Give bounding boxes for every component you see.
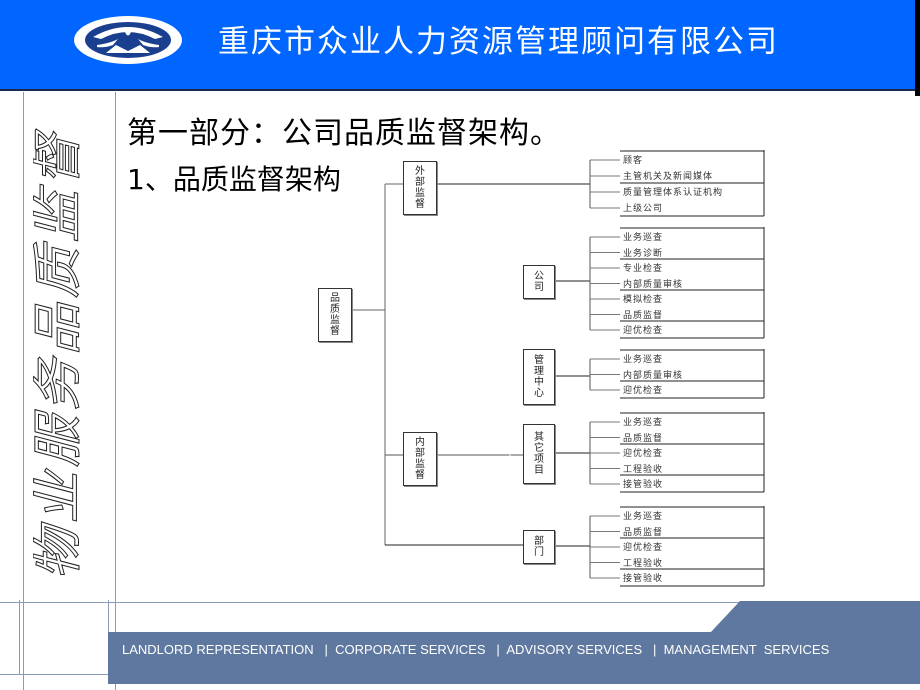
node-group-company: 公司 (523, 265, 555, 299)
leaf-item: 品质监督 (623, 527, 664, 538)
node-char: 中 (534, 377, 544, 388)
leaf-item: 工程验收 (623, 464, 664, 475)
node-char: 部 (534, 536, 544, 547)
node-char: 质 (330, 304, 340, 315)
leaf-item: 品质监督 (623, 310, 664, 321)
node-char: 心 (534, 388, 544, 399)
footer-services-text: LANDLORD REPRESENTATION | CORPORATE SERV… (122, 642, 830, 657)
node-external-supervision: 外部监督 (403, 161, 437, 215)
node-char: 其 (534, 432, 544, 443)
leaf-item: 接管验收 (623, 480, 664, 490)
org-chart-connectors (350, 150, 765, 587)
node-char: 内 (415, 437, 425, 448)
node-char: 品 (330, 293, 340, 304)
node-char: 项 (534, 454, 544, 465)
node-char: 部 (415, 177, 425, 188)
node-char: 督 (415, 470, 425, 481)
leaf-item: 接管验收 (623, 574, 664, 584)
leaf-item: 内部质量审核 (623, 370, 684, 381)
leaf-item: 迎优检查 (623, 326, 664, 336)
node-group-management-center: 管理中心 (523, 349, 555, 405)
node-char: 督 (330, 326, 340, 337)
node-char: 管 (534, 355, 544, 366)
leaf-item: 业务巡查 (623, 233, 664, 243)
node-char: 它 (534, 443, 544, 454)
node-char: 督 (415, 199, 425, 210)
leaf-item: 迎优检查 (623, 543, 664, 553)
leaf-item: 模拟检查 (623, 295, 664, 305)
leaf-item: 迎优检查 (623, 386, 664, 396)
node-internal-supervision: 内部监督 (403, 432, 437, 486)
leaf-item: 内部质量审核 (623, 279, 684, 290)
node-char: 监 (415, 459, 425, 470)
leaf-item: 质量管理体系认证机构 (623, 188, 724, 198)
node-char: 理 (534, 366, 544, 377)
leaf-item: 迎优检查 (623, 449, 664, 459)
node-char: 监 (415, 188, 425, 199)
footer-tab-shape (710, 601, 920, 633)
leaf-item: 上级公司 (623, 204, 664, 214)
leaf-item: 业务巡查 (623, 355, 664, 365)
node-char: 公 (534, 271, 544, 282)
quality-supervision-org-chart: 品质监督外部监督顾客 主管机关及新闻媒体 质量管理体系认证机构 上级公司内部监督公司业… (0, 0, 920, 690)
node-group-department: 部门 (523, 530, 555, 564)
node-group-other-projects: 其它项目 (523, 424, 555, 484)
node-char: 目 (534, 465, 544, 476)
leaf-item: 品质监督 (623, 433, 664, 444)
leaf-item: 工程验收 (623, 558, 664, 569)
footer-bar (108, 632, 920, 684)
leaf-item: 业务诊断 (623, 248, 664, 259)
leaf-item: 业务巡查 (623, 418, 664, 428)
leaf-item: 业务巡查 (623, 512, 664, 522)
leaf-item: 主管机关及新闻媒体 (623, 172, 714, 182)
node-char: 门 (534, 547, 544, 558)
node-root-quality-supervision: 品质监督 (318, 288, 352, 342)
leaf-item: 顾客 (623, 156, 644, 166)
node-char: 外 (415, 166, 425, 177)
node-char: 监 (330, 315, 340, 326)
node-char: 司 (534, 282, 544, 293)
leaf-item: 专业检查 (623, 264, 664, 274)
node-char: 部 (415, 448, 425, 459)
